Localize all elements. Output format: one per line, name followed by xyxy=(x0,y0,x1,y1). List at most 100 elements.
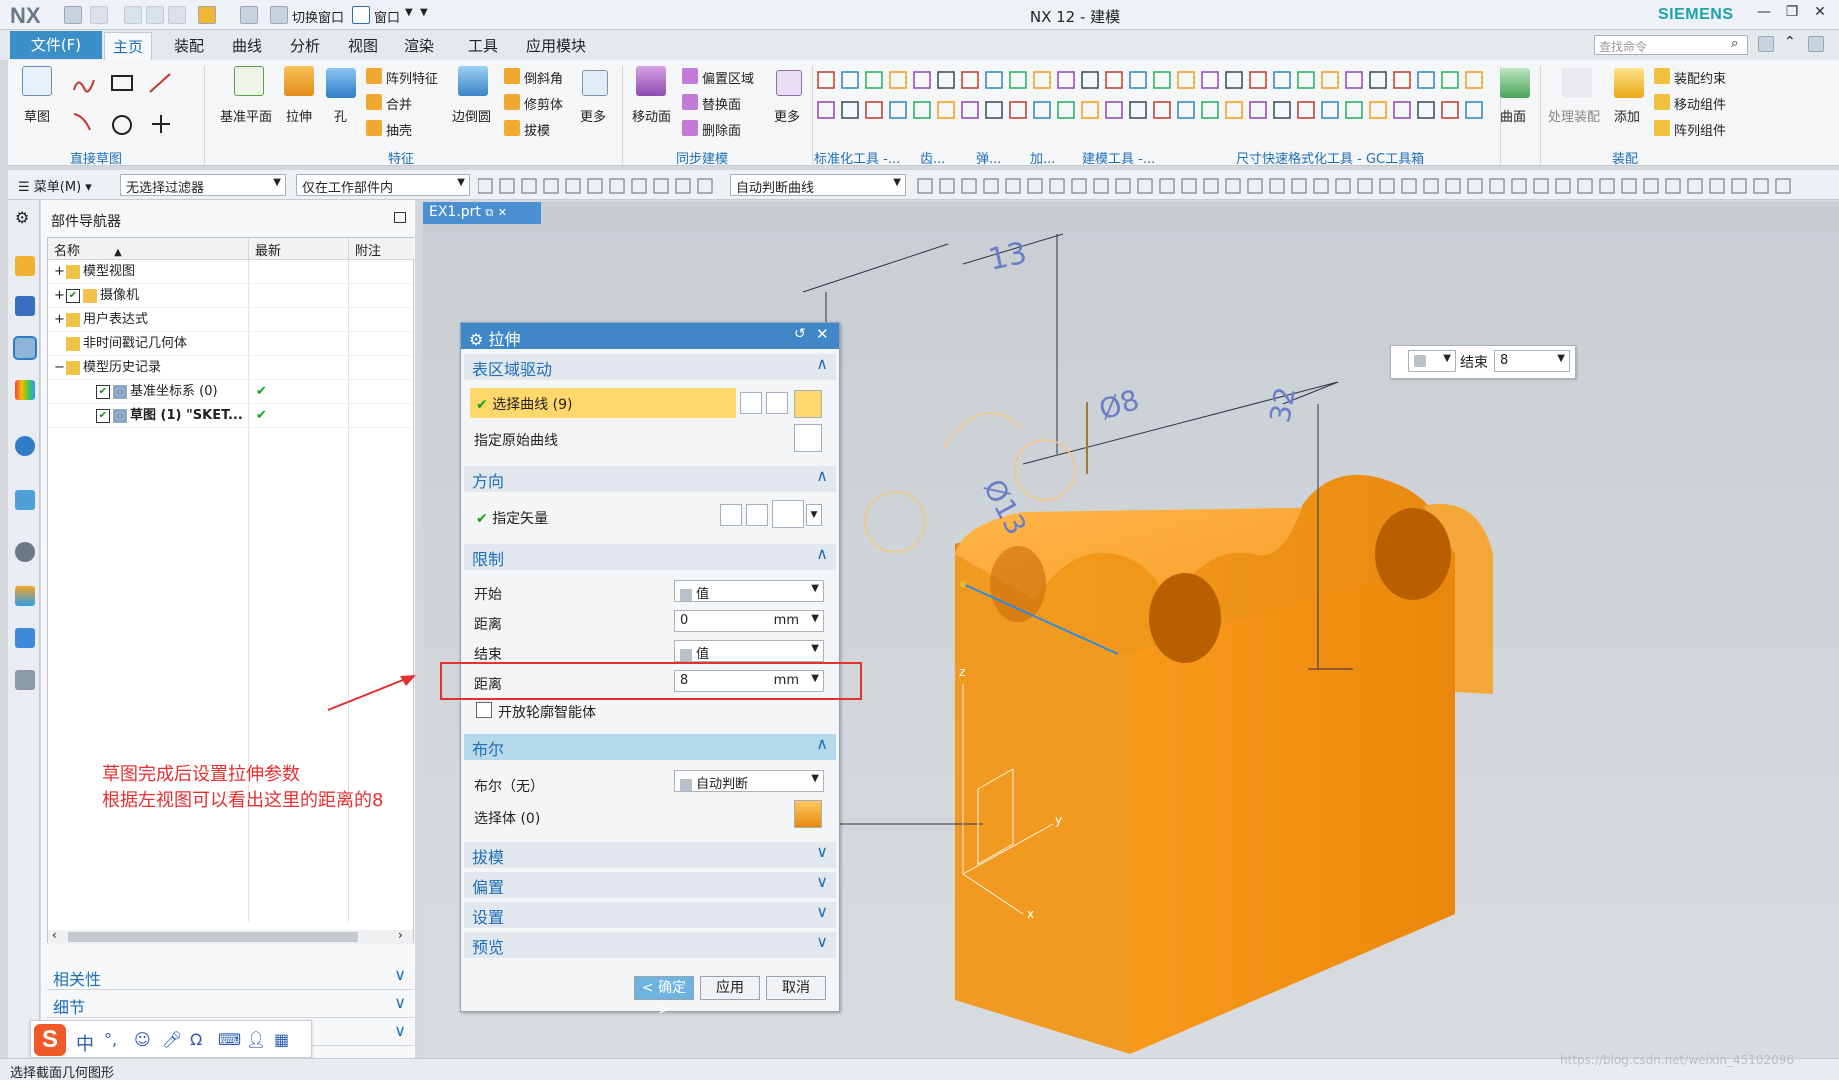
snap-point-icon[interactable] xyxy=(1071,178,1087,194)
snap-point-icon[interactable] xyxy=(1269,178,1285,194)
datum-plane-button[interactable]: 基准平面 xyxy=(220,106,272,125)
snap-point-icon[interactable] xyxy=(1621,178,1637,194)
switch-window-button[interactable]: 切换窗口 xyxy=(292,7,344,26)
surface-button[interactable]: 曲面 xyxy=(1500,106,1526,125)
snap-point-icon[interactable] xyxy=(1467,178,1483,194)
surface-icon[interactable] xyxy=(1500,68,1530,98)
snap-point-icon[interactable] xyxy=(1225,178,1241,194)
copy-icon[interactable] xyxy=(146,6,164,24)
snap-point-icon[interactable] xyxy=(1709,178,1725,194)
snap-point-icon[interactable] xyxy=(675,178,691,194)
trim-body-button[interactable]: 修剪体 xyxy=(524,94,563,113)
insert-icon[interactable] xyxy=(198,6,216,24)
snap-point-icon[interactable] xyxy=(1247,178,1263,194)
toolbox-tool-icon[interactable] xyxy=(1057,101,1075,119)
section-collapsed-0[interactable]: 拔模 ∨ xyxy=(464,842,836,868)
snap-point-icon[interactable] xyxy=(1643,178,1659,194)
file-tab-ex1[interactable]: EX1.prt ⧉ ✕ xyxy=(423,202,541,224)
snap-point-icon[interactable] xyxy=(1445,178,1461,194)
toolbox-tool-icon[interactable] xyxy=(1153,101,1171,119)
toolbox-tool-icon[interactable] xyxy=(1273,71,1291,89)
emoji-icon[interactable]: ☺ xyxy=(134,1030,151,1049)
system-materials-icon[interactable] xyxy=(15,586,35,606)
tab-2[interactable]: 曲线 xyxy=(224,32,270,60)
tab-1[interactable]: 装配 xyxy=(166,32,212,60)
snap-point-icon[interactable] xyxy=(653,178,669,194)
keyboard-icon[interactable]: ⌨ xyxy=(218,1030,241,1049)
hole-left[interactable] xyxy=(990,546,1046,622)
snap-point-icon[interactable] xyxy=(1423,178,1439,194)
toolbox-tool-icon[interactable] xyxy=(937,101,955,119)
scroll-right-icon[interactable]: › xyxy=(398,928,403,942)
snap-point-icon[interactable] xyxy=(609,178,625,194)
pattern-feature-button[interactable]: 阵列特征 xyxy=(386,68,438,87)
column-name[interactable]: 名称 ▲ xyxy=(48,238,248,260)
snap-point-icon[interactable] xyxy=(1115,178,1131,194)
datum-plane-icon[interactable] xyxy=(234,66,264,96)
toolbox-tool-icon[interactable] xyxy=(1417,101,1435,119)
snap-point-icon[interactable] xyxy=(983,178,999,194)
expand-toggle-icon[interactable]: + xyxy=(54,260,66,284)
repeat-icon[interactable] xyxy=(240,6,258,24)
toolbox-tool-icon[interactable] xyxy=(985,71,1003,89)
window-icon[interactable] xyxy=(352,6,370,24)
window-menu-chevron-icon[interactable]: ▼ xyxy=(405,7,413,18)
palette-icon[interactable] xyxy=(15,490,35,510)
offset-region-button[interactable]: 偏置区域 xyxy=(702,68,754,87)
curve-filter-button[interactable] xyxy=(766,392,788,414)
help-icon[interactable] xyxy=(1808,36,1824,52)
part-navigator-icon[interactable] xyxy=(13,336,37,360)
tree-row[interactable]: + ✔ 摄像机 xyxy=(48,284,413,308)
close-icon[interactable]: ✕ xyxy=(498,206,507,219)
tab-pin-icon[interactable]: ⧉ xyxy=(485,206,493,219)
snap-point-icon[interactable] xyxy=(1357,178,1373,194)
more-feature-icon[interactable] xyxy=(582,70,608,96)
punctuation-icon[interactable]: °, xyxy=(104,1030,117,1049)
tab-3[interactable]: 分析 xyxy=(282,32,328,60)
snap-point-icon[interactable] xyxy=(961,178,977,194)
snap-point-icon[interactable] xyxy=(697,178,713,194)
draft-button[interactable]: 拔模 xyxy=(524,120,550,139)
shell-icon[interactable] xyxy=(366,120,382,136)
save-icon[interactable] xyxy=(64,6,82,24)
section-details[interactable]: 细节 ∨ xyxy=(47,992,414,1018)
headphone-icon[interactable]: Ω xyxy=(190,1030,202,1049)
ribbon-options-icon[interactable] xyxy=(1758,36,1774,52)
open-profile-checkbox[interactable] xyxy=(476,702,492,718)
visibility-checkbox[interactable]: ✔ xyxy=(96,408,110,423)
hole-button[interactable]: 孔 xyxy=(334,106,347,125)
hole-right[interactable] xyxy=(1375,508,1451,600)
section-collapsed-1[interactable]: 偏置 ∨ xyxy=(464,872,836,898)
toolbox-tool-icon[interactable] xyxy=(1321,71,1339,89)
close-button[interactable]: ✕ xyxy=(1808,4,1832,26)
snap-point-icon[interactable] xyxy=(1489,178,1505,194)
section-dependencies[interactable]: 相关性 ∨ xyxy=(47,964,414,990)
scroll-left-icon[interactable]: ‹ xyxy=(52,928,57,942)
toolbox-tool-icon[interactable] xyxy=(1177,71,1195,89)
toolbox-tool-icon[interactable] xyxy=(1465,71,1483,89)
edge-blend-icon[interactable] xyxy=(458,66,488,96)
tree-row[interactable]: + 用户表达式 xyxy=(48,308,413,332)
move-face-icon[interactable] xyxy=(636,66,666,96)
replace-face-icon[interactable] xyxy=(682,94,698,110)
tab-4[interactable]: 视图 xyxy=(340,32,386,60)
process-studio-icon[interactable] xyxy=(15,628,35,648)
toolbox-tool-icon[interactable] xyxy=(1081,71,1099,89)
snap-point-icon[interactable] xyxy=(1335,178,1351,194)
snap-point-icon[interactable] xyxy=(1291,178,1307,194)
toolbox-tool-icon[interactable] xyxy=(817,71,835,89)
snap-point-icon[interactable] xyxy=(939,178,955,194)
toolbox-icons[interactable] xyxy=(816,68,1494,134)
end-type-dropdown[interactable]: ▼ xyxy=(1408,350,1456,372)
close-icon[interactable]: ✕ xyxy=(816,325,829,343)
minimize-button[interactable]: — xyxy=(1752,4,1776,26)
snap-point-icon[interactable] xyxy=(1137,178,1153,194)
add-component-button[interactable]: 添加 xyxy=(1614,106,1640,125)
snap-point-icon[interactable] xyxy=(1753,178,1769,194)
toolbox-tool-icon[interactable] xyxy=(1033,71,1051,89)
toolbox-tool-icon[interactable] xyxy=(985,101,1003,119)
select-body-button[interactable] xyxy=(794,800,822,828)
snap-point-icon[interactable] xyxy=(521,178,537,194)
toolbox-tool-icon[interactable] xyxy=(1393,101,1411,119)
toolbox-tool-icon[interactable] xyxy=(1033,101,1051,119)
